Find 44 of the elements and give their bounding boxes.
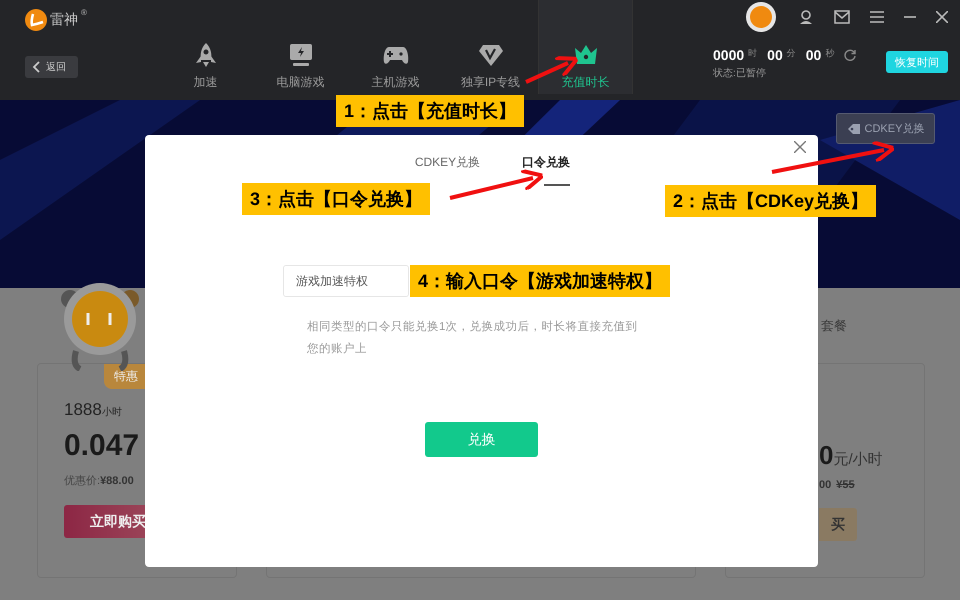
price-text: 0元/小时: [819, 440, 884, 471]
price-text: 0.047: [64, 429, 140, 463]
annotation-label: 2：点击【CDKey兑换】: [665, 185, 876, 217]
annotation-label: 3：点击【口令兑换】: [242, 183, 430, 215]
timer-value: 00: [767, 47, 783, 63]
timer-unit: 分: [786, 47, 796, 60]
chevron-left-icon: [32, 61, 40, 73]
support-icon[interactable]: [798, 9, 814, 25]
hint-text: 相同类型的口令只能兑换1次，兑换成功后，时长将直接充值到您的账户上: [307, 319, 638, 357]
refresh-icon[interactable]: [844, 49, 856, 61]
deal-price-text: 00: [819, 479, 832, 491]
logo-icon: [25, 9, 47, 31]
diamond-icon: [478, 42, 504, 68]
original-price-text: ¥55: [836, 479, 855, 491]
buy-button[interactable]: 买: [819, 508, 857, 541]
timer-unit: 时: [748, 47, 758, 60]
nav-tab[interactable]: 加速: [158, 0, 253, 94]
timer-status: 状态:已暂停: [713, 66, 767, 80]
close-icon[interactable]: [794, 141, 806, 153]
menu-icon[interactable]: [870, 11, 884, 23]
timer-value: 00: [806, 47, 822, 63]
nav-tab[interactable]: 充值时长: [538, 0, 633, 94]
close-icon[interactable]: [936, 11, 948, 23]
package-heading: 套餐: [821, 316, 847, 334]
hours-text: 1888小时: [64, 400, 123, 420]
deal-price-text: 优惠价:¥88.00: [64, 474, 135, 488]
nav-tab[interactable]: 主机游戏: [348, 0, 443, 94]
nav-tab[interactable]: 独享IP专线: [443, 0, 538, 94]
cdkey-redeem-button[interactable]: CDKEY兑换: [836, 113, 935, 144]
annotation-label: 1：点击【充值时长】: [336, 95, 524, 127]
monitor-icon: [288, 42, 314, 68]
avatar[interactable]: [746, 2, 776, 32]
mail-icon[interactable]: [834, 10, 850, 24]
app-logo-text: 雷神: [50, 11, 78, 29]
nav-tab[interactable]: 电脑游戏: [253, 0, 348, 94]
dialog-tab[interactable]: 口令兑换: [522, 154, 570, 186]
back-button[interactable]: 返回: [25, 56, 78, 78]
timer-unit: 秒: [825, 47, 834, 60]
ticket-icon: [846, 122, 861, 134]
timer-value: 0000: [713, 47, 744, 63]
dialog-tab[interactable]: CDKEY兑换: [414, 154, 480, 186]
registered-mark: ®: [81, 8, 87, 17]
code-input-field[interactable]: 游戏加速特权: [283, 265, 409, 297]
annotation-label: 4：输入口令【游戏加速特权】: [410, 265, 670, 297]
